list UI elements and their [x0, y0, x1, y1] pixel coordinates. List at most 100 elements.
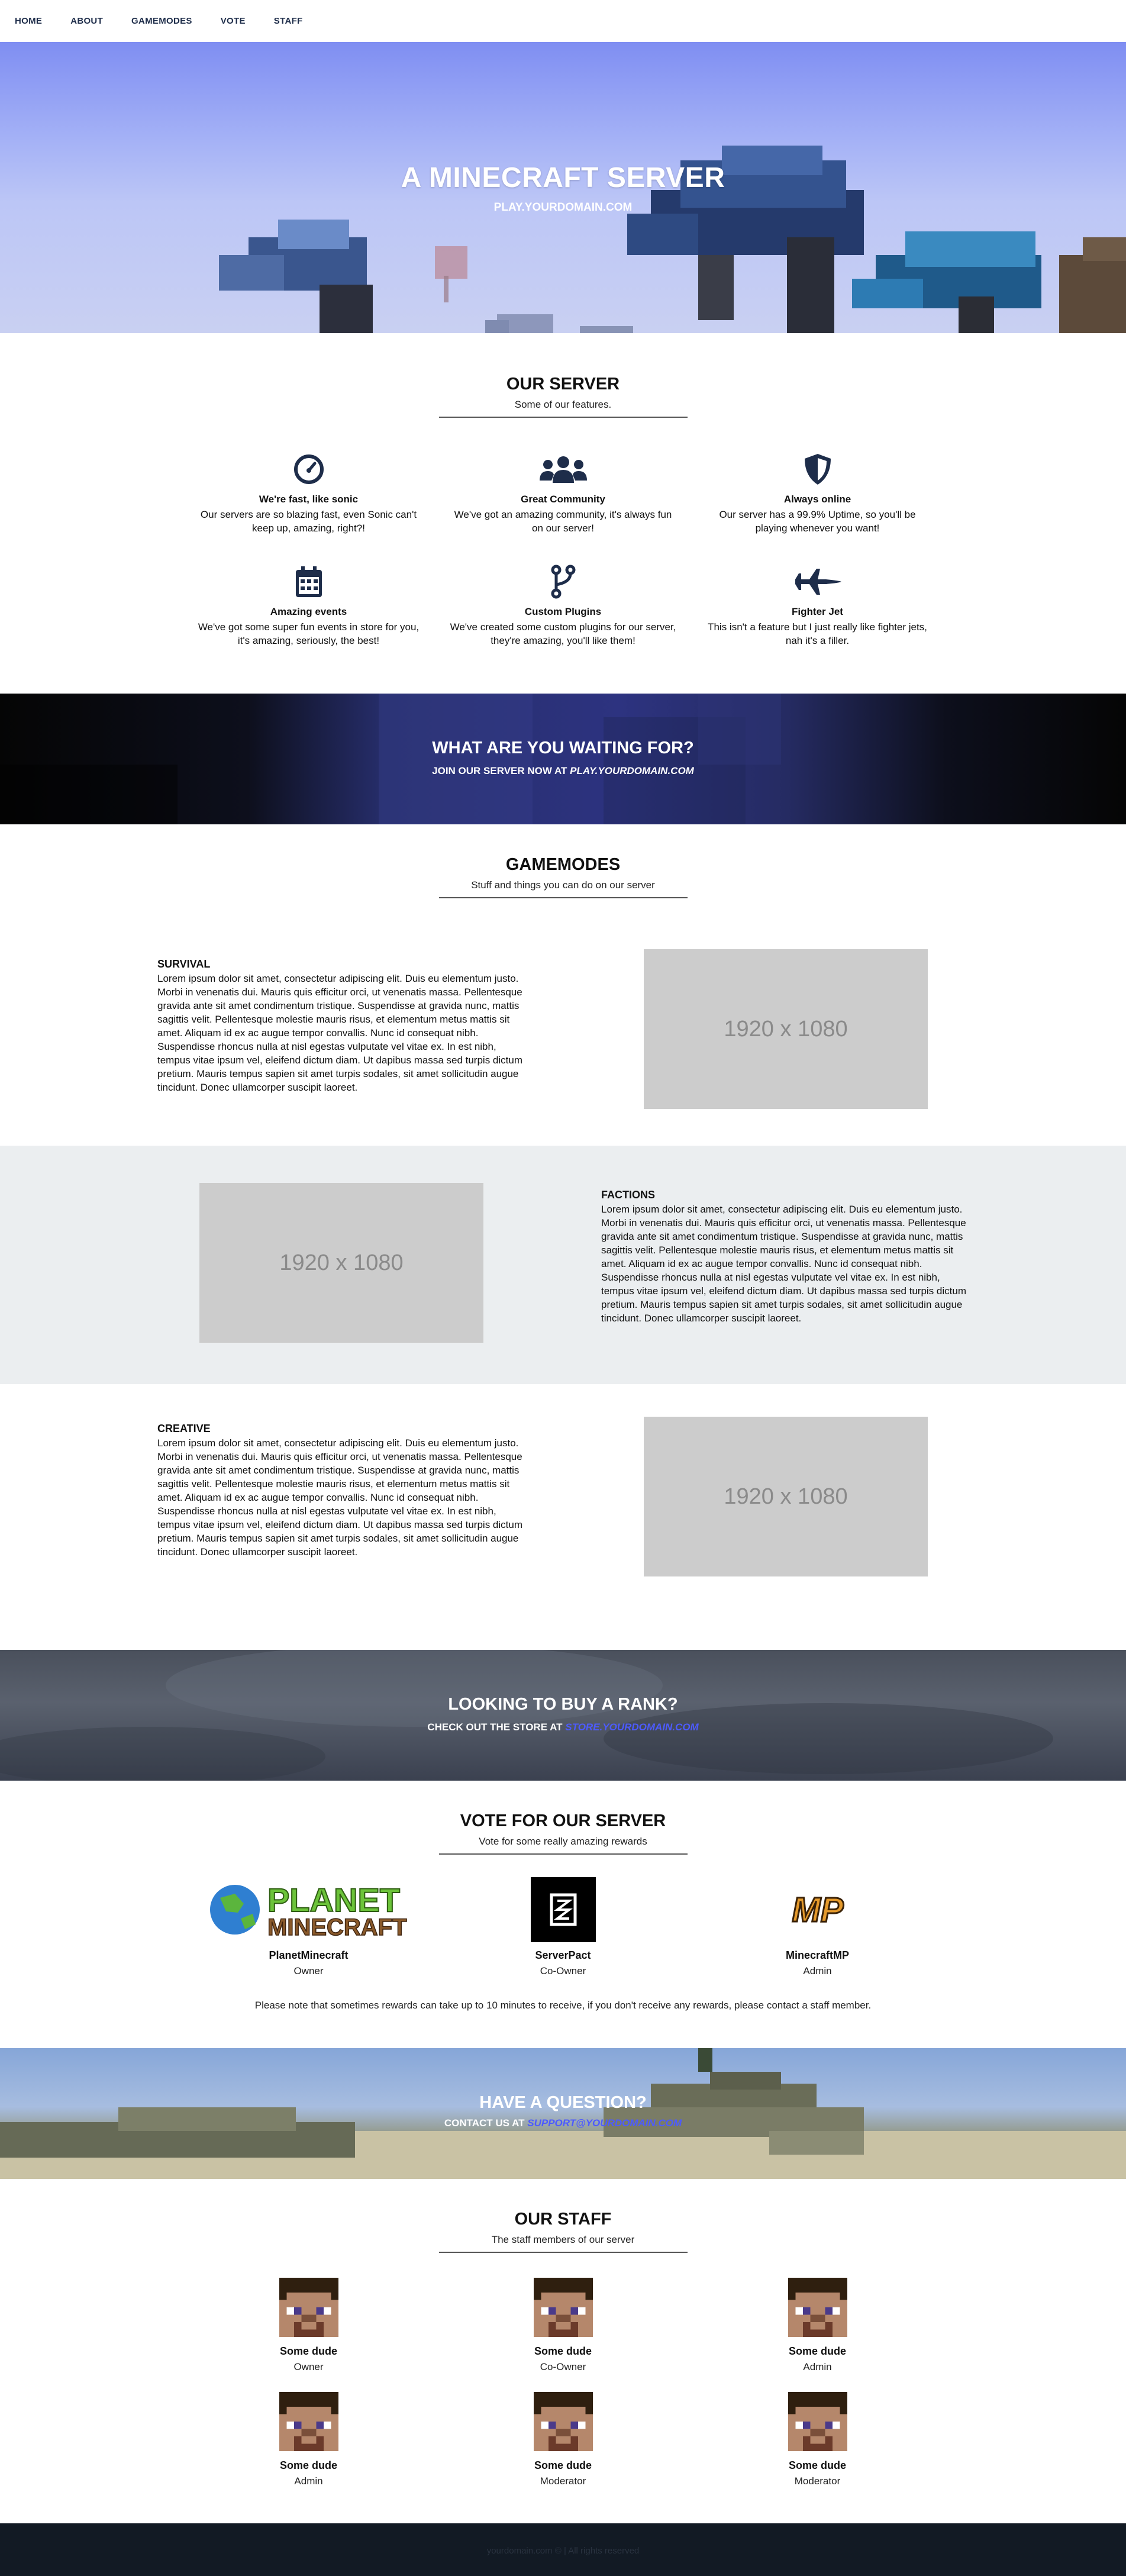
staff-role: Moderator [794, 2475, 841, 2487]
section-divider [438, 897, 688, 898]
vote-site-planetminecraft[interactable]: PLANET MINECRAFT PlanetMinecraft Owner [182, 1877, 436, 1977]
feature-description: We've got some super fun events in store… [198, 621, 420, 646]
feature-card: Great Community We've got an amazing com… [436, 452, 691, 535]
shield-icon [691, 452, 945, 486]
vote-site-reward-rank: Owner [293, 1965, 324, 1977]
staff-role: Moderator [540, 2475, 586, 2487]
avatar [533, 2278, 593, 2337]
staff-name: Some dude [534, 2459, 592, 2471]
section-divider [438, 1853, 688, 1855]
contact-banner-text: CONTACT US AT SUPPORT@YOURDOMAIN.COM [0, 2117, 1126, 2129]
feature-description: This isn't a feature but I just really l… [708, 621, 927, 646]
staff-card: Some dude Owner [182, 2278, 436, 2373]
footer-copyright: yourdomain.com © | All rights reserved [486, 2546, 640, 2556]
section-title: OUR STAFF [514, 2210, 612, 2229]
contact-banner: HAVE A QUESTION? CONTACT US AT SUPPORT@Y… [0, 2048, 1126, 2179]
hero-banner: A MINECRAFT SERVER PLAY.YOURDOMAIN.COM [0, 42, 1126, 333]
feature-card: Always online Our server has a 99.9% Upt… [691, 452, 945, 535]
store-banner-title: LOOKING TO BUY A RANK? [448, 1695, 678, 1714]
hero-server-address: PLAY.YOURDOMAIN.COM [493, 201, 633, 214]
feature-grid: We're fast, like sonic Our servers are s… [0, 452, 1126, 647]
staff-name: Some dude [788, 2459, 846, 2471]
store-banner-prefix: CHECK OUT THE STORE AT [427, 1721, 566, 1733]
gamemode-description: Lorem ipsum dolor sit amet, consectetur … [157, 1437, 522, 1558]
avatar [788, 2392, 847, 2451]
store-banner: LOOKING TO BUY A RANK? CHECK OUT THE STO… [0, 1650, 1126, 1781]
calendar-icon [182, 565, 436, 599]
vote-site-name: MinecraftMP [785, 1949, 849, 1961]
vote-site-grid: PLANET MINECRAFT PlanetMinecraft Owner S… [0, 1877, 1126, 1977]
vote-site-reward-rank: Admin [803, 1965, 832, 1977]
code-branch-icon [436, 565, 691, 599]
support-email-link[interactable]: SUPPORT@YOURDOMAIN.COM [527, 2117, 682, 2129]
staff-name: Some dude [788, 2345, 846, 2357]
gamemode-image-placeholder: 1920 x 1080 [644, 1417, 928, 1576]
feature-description: We've created some custom plugins for ou… [450, 621, 676, 646]
section-divider [438, 2252, 688, 2253]
vote-site-serverpact[interactable]: ServerPact Co-Owner [436, 1877, 691, 1977]
feature-card: We're fast, like sonic Our servers are s… [182, 452, 436, 535]
feature-card: Amazing events We've got some super fun … [182, 565, 436, 647]
vote-site-minecraftmp[interactable]: MP MinecraftMP Admin [691, 1877, 945, 1977]
contact-banner-prefix: CONTACT US AT [444, 2117, 528, 2129]
gamemode-image-placeholder: 1920 x 1080 [644, 949, 928, 1109]
feature-title: Always online [783, 494, 851, 505]
nav-home-link[interactable]: HOME [15, 16, 42, 26]
staff-card: Some dude Moderator [691, 2392, 945, 2487]
gamemode-survival: SURVIVAL Lorem ipsum dolor sit amet, con… [0, 949, 1126, 1146]
minecraftmp-logo: MP [691, 1877, 945, 1942]
staff-name: Some dude [534, 2345, 592, 2357]
staff-role: Admin [803, 2361, 832, 2372]
join-banner-prefix: JOIN OUR SERVER NOW AT [432, 765, 570, 776]
fighter-jet-icon [691, 565, 945, 599]
join-server-address: PLAY.YOURDOMAIN.COM [570, 765, 694, 776]
gamemode-description: Lorem ipsum dolor sit amet, consectetur … [157, 973, 522, 1093]
gamemode-name: SURVIVAL [157, 958, 211, 970]
section-subtitle: The staff members of our server [491, 2234, 635, 2245]
join-banner-text: JOIN OUR SERVER NOW AT PLAY.YOURDOMAIN.C… [0, 765, 1126, 777]
nav-staff-link[interactable]: STAFF [274, 16, 303, 26]
nav-gamemodes-link[interactable]: GAMEMODES [131, 16, 192, 26]
our-server-section: OUR SERVER Some of our features. We're f… [0, 333, 1126, 694]
feature-description: We've got an amazing community, it's alw… [454, 509, 672, 534]
minecraftmp-logo-text: MP [792, 1891, 843, 1929]
gamemode-name: FACTIONS [601, 1189, 656, 1201]
staff-card: Some dude Admin [691, 2278, 945, 2373]
staff-name: Some dude [279, 2345, 337, 2357]
staff-card: Some dude Co-Owner [436, 2278, 691, 2373]
avatar [279, 2392, 338, 2451]
staff-role: Admin [294, 2475, 323, 2487]
gamemode-description: Lorem ipsum dolor sit amet, consectetur … [601, 1204, 966, 1324]
section-subtitle: Some of our features. [514, 399, 612, 410]
nav-about-link[interactable]: ABOUT [70, 16, 103, 26]
feature-title: Amazing events [270, 606, 347, 617]
top-navigation: HOME ABOUT GAMEMODES VOTE STAFF [0, 0, 1126, 42]
feature-description: Our server has a 99.9% Uptime, so you'll… [719, 509, 916, 534]
feature-title: Fighter Jet [792, 606, 843, 617]
staff-card: Some dude Admin [182, 2392, 436, 2487]
feature-title: Great Community [521, 494, 605, 505]
gamemodes-section: GAMEMODES Stuff and things you can do on… [0, 824, 1126, 1650]
speedometer-icon [182, 452, 436, 486]
feature-card: Fighter Jet This isn't a feature but I j… [691, 565, 945, 647]
users-icon [436, 452, 691, 486]
gamemode-factions: 1920 x 1080 FACTIONS Lorem ipsum dolor s… [0, 1146, 1126, 1384]
contact-banner-title: HAVE A QUESTION? [479, 2093, 647, 2112]
feature-card: Custom Plugins We've created some custom… [436, 565, 691, 647]
planet-minecraft-logo-line-1: PLANET [267, 1881, 400, 1919]
section-subtitle: Vote for some really amazing rewards [479, 1836, 647, 1847]
section-divider [438, 417, 688, 418]
hero-title: A MINECRAFT SERVER [401, 162, 725, 194]
store-banner-text: CHECK OUT THE STORE AT STORE.YOURDOMAIN.… [0, 1721, 1126, 1733]
staff-section: OUR STAFF The staff members of our serve… [0, 2179, 1126, 2523]
vote-site-reward-rank: Co-Owner [540, 1965, 586, 1977]
gamemode-image-placeholder: 1920 x 1080 [199, 1183, 483, 1343]
avatar [788, 2278, 847, 2337]
nav-vote-link[interactable]: VOTE [221, 16, 246, 26]
avatar [279, 2278, 338, 2337]
feature-title: Custom Plugins [524, 606, 602, 617]
store-link[interactable]: STORE.YOURDOMAIN.COM [565, 1721, 698, 1733]
serverpact-logo [436, 1877, 691, 1942]
planet-minecraft-logo-line-2: MINECRAFT [267, 1914, 407, 1940]
feature-description: Our servers are so blazing fast, even So… [200, 509, 417, 534]
